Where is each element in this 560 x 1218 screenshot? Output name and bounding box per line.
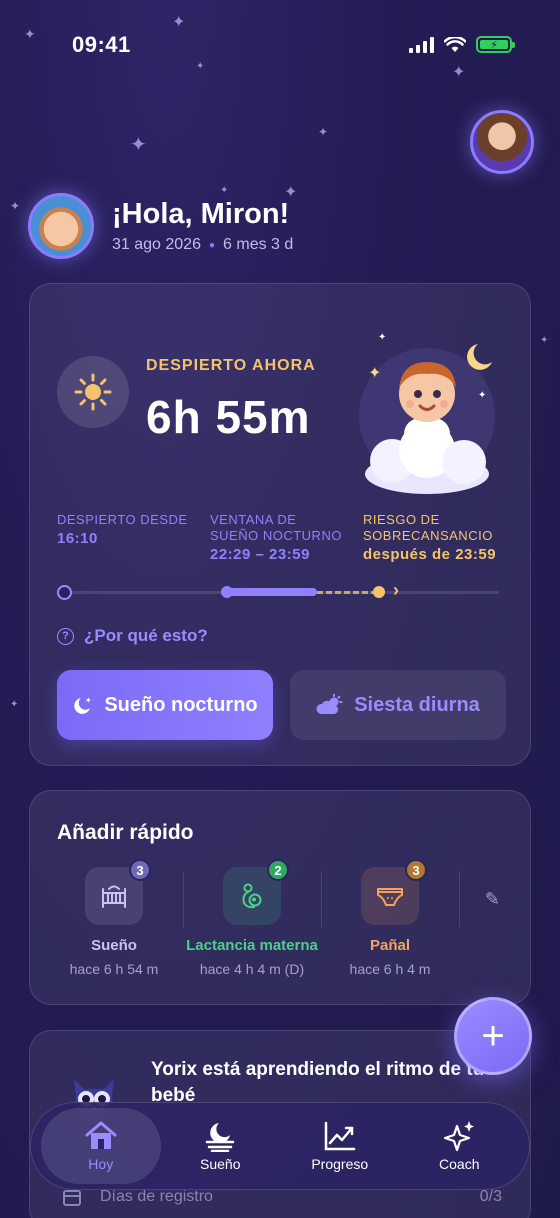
sun-icon: [74, 373, 112, 411]
metric-value: después de 23:59: [363, 546, 497, 563]
sleep-window-timeline: ›: [57, 580, 507, 600]
chevron-right-icon: ›: [393, 580, 399, 600]
sun-cloud-icon: [316, 694, 343, 714]
why-this-link[interactable]: ? ¿Por qué esto?: [57, 626, 208, 646]
baby-avatar[interactable]: [28, 193, 94, 259]
metric-overtired-risk: RIESGO DE SOBRECANSANCIO después de 23:5…: [363, 512, 496, 563]
baby-info: 31 ago 2026 ● 6 mes 3 d: [112, 236, 293, 254]
why-this-label: ¿Por qué esto?: [84, 626, 208, 645]
star-icon: ✦: [196, 61, 205, 72]
star-icon: ✦: [318, 125, 329, 139]
metric-value: 22:29 – 23:59: [210, 546, 310, 563]
quick-add-label: Sueño: [91, 937, 137, 954]
baby-on-cloud-illustration: ✦ ✦ ✦: [359, 332, 495, 494]
tab-label: Progreso: [311, 1156, 369, 1172]
timeline-start-marker: [57, 585, 72, 600]
timeline-sleep-window: [225, 588, 317, 596]
battery-icon: ⚡: [476, 36, 515, 53]
metric-night-window: VENTANA DE SUEÑO NOCTURNO 22:29 – 23:59: [210, 512, 342, 563]
metric-awake-since: DESPIERTO DESDE 16:10: [57, 512, 188, 547]
star-icon: ✦: [220, 185, 229, 196]
crib-icon-container: 3: [85, 859, 151, 925]
cellular-signal-icon: [409, 36, 434, 53]
tab-hoy[interactable]: Hoy: [41, 1108, 161, 1184]
sparkle-icon: [444, 1121, 475, 1152]
quick-add-sleep[interactable]: 3 Sueño hace 6 h 54 m: [44, 859, 184, 977]
quick-add-label: Lactancia materna: [186, 937, 318, 954]
tab-sueno[interactable]: Sueño: [161, 1108, 281, 1184]
svg-text:✦: ✦: [478, 390, 486, 401]
quick-add-card: Añadir rápido 3 Sueño hace 6 h 54 m 2 La…: [29, 790, 531, 1005]
add-event-fab[interactable]: +: [454, 997, 532, 1075]
night-sleep-button[interactable]: ✦ Sueño nocturno: [57, 670, 273, 740]
star-icon: ✦: [172, 12, 186, 31]
quick-add-label: Pañal: [369, 937, 411, 954]
tab-label: Hoy: [88, 1156, 114, 1172]
current-date: 31 ago 2026: [112, 236, 201, 253]
count-badge: 3: [129, 859, 151, 881]
parent-avatar[interactable]: [470, 110, 534, 174]
star-icon: ✦: [540, 335, 549, 346]
day-nap-button[interactable]: Siesta diurna: [290, 670, 506, 740]
star-icon: ✦: [130, 132, 147, 156]
metric-label: DESPIERTO DESDE: [57, 512, 188, 527]
quick-add-title: Añadir rápido: [57, 821, 194, 844]
moon-sparkle-icon: ✦: [74, 696, 92, 714]
quick-add-diaper[interactable]: 3 Pañal hace 6 h 4 m: [320, 859, 460, 977]
breastfeeding-icon: [242, 883, 262, 909]
plus-icon: +: [481, 1013, 505, 1058]
status-time: 09:41: [72, 32, 131, 57]
night-sleep-label: Sueño nocturno: [104, 693, 258, 716]
star-icon: ✦: [24, 27, 36, 43]
count-badge: 2: [267, 859, 289, 881]
divider: [459, 871, 460, 927]
records-count: 0/3: [479, 1188, 502, 1205]
calendar-icon: [63, 1190, 81, 1206]
question-icon: ?: [57, 627, 74, 645]
metric-label-line2: SOBRECANSANCIO: [363, 528, 493, 543]
crib-icon: [102, 885, 126, 908]
baby-age: 6 mes 3 d: [223, 236, 294, 253]
star-icon: ✦: [452, 62, 466, 81]
count-badge: 3: [405, 859, 427, 881]
home-icon: [85, 1121, 117, 1149]
wifi-icon: [444, 36, 466, 52]
diaper-icon-container: 3: [361, 859, 427, 925]
svg-text:✦: ✦: [368, 363, 381, 382]
moon-icon: [206, 1123, 235, 1152]
tab-progreso[interactable]: Progreso: [280, 1108, 400, 1184]
svg-text:✦: ✦: [378, 332, 386, 343]
awake-status-card: DESPIERTO AHORA 6h 55m ✦ ✦ ✦ DESPIERTO D…: [29, 283, 531, 766]
star-icon: ✦: [10, 199, 21, 213]
separator-dot: ●: [208, 239, 216, 251]
metric-value: 16:10: [57, 530, 98, 547]
timeline-risk-segment: [317, 591, 377, 594]
sun-icon-container: [57, 356, 129, 428]
edit-pencil-icon[interactable]: ✎: [485, 889, 500, 910]
breastfeeding-icon-container: 2: [223, 859, 289, 925]
chart-icon: [324, 1121, 355, 1151]
diaper-icon: [377, 888, 403, 906]
tab-label: Sueño: [200, 1156, 241, 1172]
last-event-time: hace 6 h 54 m: [69, 961, 159, 977]
metric-label: VENTANA DE: [210, 512, 297, 527]
svg-text:✦: ✦: [85, 696, 92, 705]
timeline-risk-marker: [373, 586, 385, 598]
status-icons: ⚡: [409, 36, 515, 53]
tab-label: Coach: [439, 1156, 480, 1172]
metric-label-line2: SUEÑO NOCTURNO: [210, 528, 342, 543]
tab-coach[interactable]: Coach: [400, 1108, 520, 1184]
last-event-time: hace 4 h 4 m (D): [199, 961, 305, 977]
quick-add-breastfeeding[interactable]: 2 Lactancia materna hace 4 h 4 m (D): [182, 859, 322, 977]
greeting-title: ¡Hola, Miron!: [112, 198, 290, 230]
metric-label: RIESGO DE: [363, 512, 440, 527]
star-icon: ✦: [10, 699, 19, 710]
last-event-time: hace 6 h 4 m: [349, 961, 431, 977]
state-label: DESPIERTO AHORA: [146, 357, 316, 374]
records-label: Días de registro: [100, 1188, 213, 1205]
awake-duration: 6h 55m: [146, 391, 311, 443]
day-nap-label: Siesta diurna: [354, 693, 480, 716]
bottom-tab-bar: Hoy Sueño Progreso Coach: [30, 1102, 530, 1190]
records-row: Días de registro 0/3: [62, 1187, 502, 1207]
